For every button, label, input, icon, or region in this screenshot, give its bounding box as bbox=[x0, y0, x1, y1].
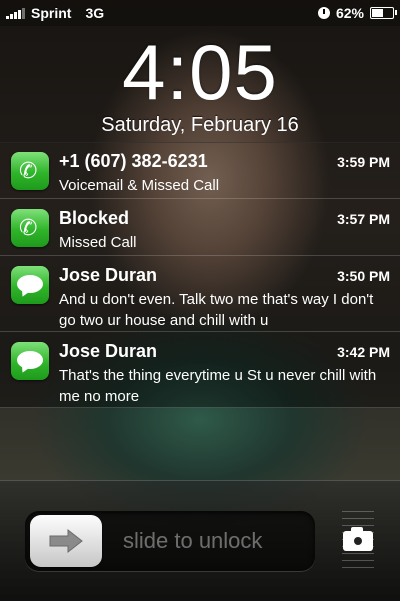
battery-icon bbox=[370, 7, 397, 19]
phone-icon: ✆ bbox=[11, 209, 49, 247]
notification-item[interactable]: ✆ +1 (607) 382-6231 3:59 PM Voicemail & … bbox=[0, 142, 400, 199]
signal-strength-icon bbox=[6, 7, 25, 19]
camera-lens-icon bbox=[352, 535, 364, 547]
unlock-bar: slide to unlock bbox=[0, 480, 400, 601]
lock-date: Saturday, February 16 bbox=[101, 114, 299, 136]
notification-time: 3:42 PM bbox=[337, 344, 390, 360]
battery-percent: 62% bbox=[335, 5, 364, 21]
notification-title: Jose Duran bbox=[59, 341, 158, 361]
messages-icon bbox=[11, 266, 49, 304]
notification-item[interactable]: Jose Duran 3:42 PM That's the thing ever… bbox=[0, 332, 400, 408]
arrow-right-icon bbox=[49, 528, 83, 554]
notification-time: 3:59 PM bbox=[337, 154, 390, 170]
notification-list: ✆ +1 (607) 382-6231 3:59 PM Voicemail & … bbox=[0, 142, 400, 408]
notification-body: And u don't even. Talk two me that's way… bbox=[59, 291, 374, 329]
carrier-name: Sprint bbox=[31, 5, 72, 21]
network-type: 3G bbox=[85, 5, 105, 21]
alarm-clock-icon bbox=[317, 7, 330, 19]
notification-item[interactable]: Jose Duran 3:50 PM And u don't even. Tal… bbox=[0, 256, 400, 332]
notification-title: Jose Duran bbox=[59, 265, 158, 285]
unlock-slider-knob[interactable] bbox=[30, 515, 102, 567]
camera-button[interactable] bbox=[336, 511, 380, 571]
notification-title: +1 (607) 382-6231 bbox=[59, 151, 208, 171]
phone-icon: ✆ bbox=[11, 152, 49, 190]
notification-item[interactable]: ✆ Blocked 3:57 PM Missed Call bbox=[0, 199, 400, 256]
slide-to-unlock-label: slide to unlock bbox=[123, 528, 263, 553]
notification-time: 3:50 PM bbox=[337, 268, 390, 284]
slide-to-unlock-track[interactable]: slide to unlock bbox=[25, 511, 315, 571]
notification-body: Missed Call bbox=[59, 234, 137, 251]
lock-time: 4:05 bbox=[122, 28, 278, 116]
lock-clock-panel: 4:05 Saturday, February 16 bbox=[0, 26, 400, 143]
status-bar: Sprint 3G 62% bbox=[0, 0, 400, 26]
notification-time: 3:57 PM bbox=[337, 211, 390, 227]
notification-body: That's the thing everytime u St u never … bbox=[59, 367, 377, 405]
messages-icon bbox=[11, 342, 49, 380]
notification-body: Voicemail & Missed Call bbox=[59, 177, 220, 194]
notification-title: Blocked bbox=[59, 208, 130, 228]
